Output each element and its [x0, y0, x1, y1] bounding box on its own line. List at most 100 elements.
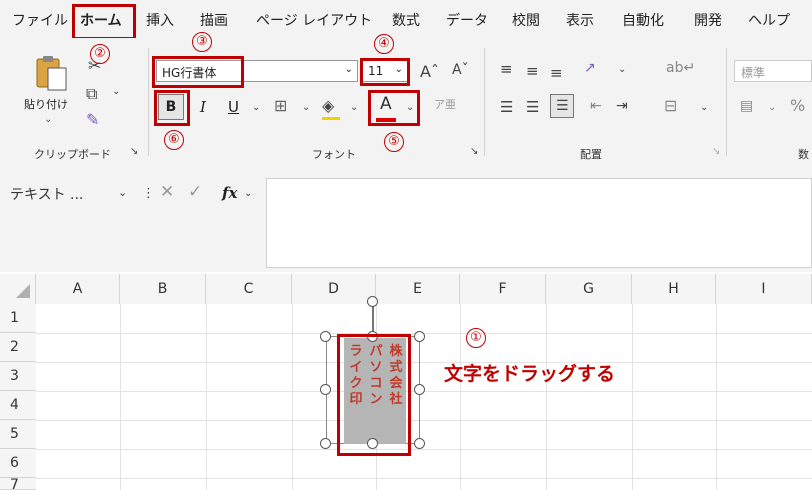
highlight-font-color	[368, 90, 420, 126]
column-header-b[interactable]: B	[120, 274, 206, 304]
menu-insert[interactable]: 挿入	[146, 10, 174, 30]
enter-icon[interactable]: ✓	[188, 182, 202, 202]
column-header-a[interactable]: A	[36, 274, 120, 304]
row-header-7[interactable]: 7	[0, 478, 36, 490]
orientation-icon[interactable]: ↗	[584, 60, 596, 76]
row-header-1[interactable]: 1	[0, 304, 36, 333]
gridline	[206, 304, 207, 490]
row-header-6[interactable]: 6	[0, 449, 36, 478]
fill-color-swatch	[322, 117, 340, 120]
gridline	[36, 478, 812, 479]
align-middle-icon[interactable]: ≡	[526, 62, 539, 80]
rotation-handle[interactable]	[367, 296, 378, 307]
align-bottom-icon[interactable]: ≡	[550, 64, 563, 82]
row-header-4[interactable]: 4	[0, 391, 36, 420]
menu-developer[interactable]: 開発	[694, 10, 722, 30]
increase-indent-icon[interactable]: ⇥	[616, 98, 628, 114]
callout-3: ③	[192, 32, 212, 52]
resize-handle-nw[interactable]	[320, 331, 331, 342]
resize-handle-sw[interactable]	[320, 438, 331, 449]
gridline	[120, 304, 121, 490]
align-right-icon: ☰	[556, 98, 569, 114]
column-header-h[interactable]: H	[632, 274, 716, 304]
gridline	[716, 304, 717, 490]
chevron-down-icon[interactable]: ⌄	[768, 102, 776, 113]
dialog-launcher-icon[interactable]: ↘	[712, 146, 720, 157]
column-header-e[interactable]: E	[376, 274, 460, 304]
menu-automate[interactable]: 自動化	[622, 10, 664, 30]
paste-icon[interactable]	[34, 54, 70, 94]
underline-button[interactable]: U	[228, 98, 239, 116]
callout-5: ⑤	[384, 132, 404, 152]
menu-formulas[interactable]: 数式	[392, 10, 420, 30]
callout-2: ②	[90, 44, 110, 64]
borders-icon[interactable]: ⊞	[274, 96, 287, 115]
callout-6: ⑥	[164, 130, 184, 150]
chevron-down-icon[interactable]: ⌄	[244, 188, 252, 199]
gridline	[36, 449, 812, 450]
select-all-button[interactable]	[0, 274, 36, 304]
column-header-f[interactable]: F	[460, 274, 546, 304]
column-header-i[interactable]: I	[716, 274, 812, 304]
currency-icon[interactable]: ▤	[740, 98, 753, 114]
highlight-home-tab	[72, 4, 136, 40]
column-header-g[interactable]: G	[546, 274, 632, 304]
align-left-icon[interactable]: ☰	[500, 98, 513, 116]
divider	[726, 48, 727, 156]
fill-color-icon[interactable]: ◈	[322, 96, 334, 115]
chevron-down-icon[interactable]: ⌄	[700, 102, 708, 113]
drag-instruction: 文字をドラッグする	[444, 363, 616, 385]
menu-page-layout[interactable]: ページ レイアウト	[256, 10, 372, 30]
chevron-down-icon[interactable]: ⌄	[112, 86, 120, 97]
row-header-5[interactable]: 5	[0, 420, 36, 449]
chevron-down-icon[interactable]: ⌄	[618, 64, 626, 75]
chevron-down-icon[interactable]: ⌄	[252, 102, 260, 113]
increase-font-icon[interactable]: Aˆ	[420, 62, 439, 81]
decrease-indent-icon[interactable]: ⇤	[590, 98, 602, 114]
paste-label[interactable]: 貼り付け	[24, 96, 68, 112]
phonetic-guide-icon[interactable]: ア亜	[434, 96, 456, 112]
formula-input[interactable]	[266, 178, 812, 268]
chevron-down-icon[interactable]: ⌄	[44, 114, 52, 125]
name-box[interactable]: テキスト ...	[10, 184, 130, 204]
number-format-select[interactable]: 標準	[734, 60, 812, 82]
menu-file[interactable]: ファイル	[12, 10, 68, 30]
resize-handle-ne[interactable]	[414, 331, 425, 342]
callout-4: ④	[374, 34, 394, 54]
decrease-font-icon[interactable]: Aˇ	[452, 62, 469, 78]
menu-draw[interactable]: 描画	[200, 10, 228, 30]
highlight-font-size	[360, 58, 410, 86]
menu-data[interactable]: データ	[446, 10, 488, 30]
more-icon[interactable]: ⋮	[142, 186, 155, 201]
column-header-c[interactable]: C	[206, 274, 292, 304]
menu-help[interactable]: ヘルプ	[748, 10, 790, 30]
highlight-textbox	[337, 334, 411, 456]
dialog-launcher-icon[interactable]: ↘	[130, 146, 138, 157]
divider	[484, 48, 485, 156]
resize-handle-e[interactable]	[414, 384, 425, 395]
row-header-3[interactable]: 3	[0, 362, 36, 391]
wrap-text-icon[interactable]: ab↵	[666, 60, 695, 76]
gridline	[292, 304, 293, 490]
copy-icon[interactable]: ⧉	[86, 84, 97, 104]
column-header-d[interactable]: D	[292, 274, 376, 304]
align-center-icon[interactable]: ☰	[526, 98, 539, 116]
gridline	[36, 362, 812, 363]
resize-handle-se[interactable]	[414, 438, 425, 449]
resize-handle-w[interactable]	[320, 384, 331, 395]
chevron-down-icon[interactable]: ⌄	[302, 102, 310, 113]
merge-center-icon[interactable]: ⊟	[664, 96, 677, 115]
insert-function-button[interactable]: fx	[222, 184, 237, 202]
chevron-down-icon[interactable]: ⌄	[350, 102, 358, 113]
menu-view[interactable]: 表示	[566, 10, 594, 30]
chevron-down-icon: ⌄	[344, 64, 353, 75]
menu-review[interactable]: 校閲	[512, 10, 540, 30]
percent-icon[interactable]: %	[790, 96, 805, 115]
row-header-2[interactable]: 2	[0, 333, 36, 362]
chevron-down-icon[interactable]: ⌄	[118, 186, 127, 199]
cancel-icon[interactable]: ✕	[160, 182, 174, 202]
format-painter-icon[interactable]: ✎	[86, 110, 99, 129]
italic-button[interactable]: I	[200, 98, 206, 116]
dialog-launcher-icon[interactable]: ↘	[470, 146, 478, 157]
align-top-icon[interactable]: ≡	[500, 60, 513, 78]
